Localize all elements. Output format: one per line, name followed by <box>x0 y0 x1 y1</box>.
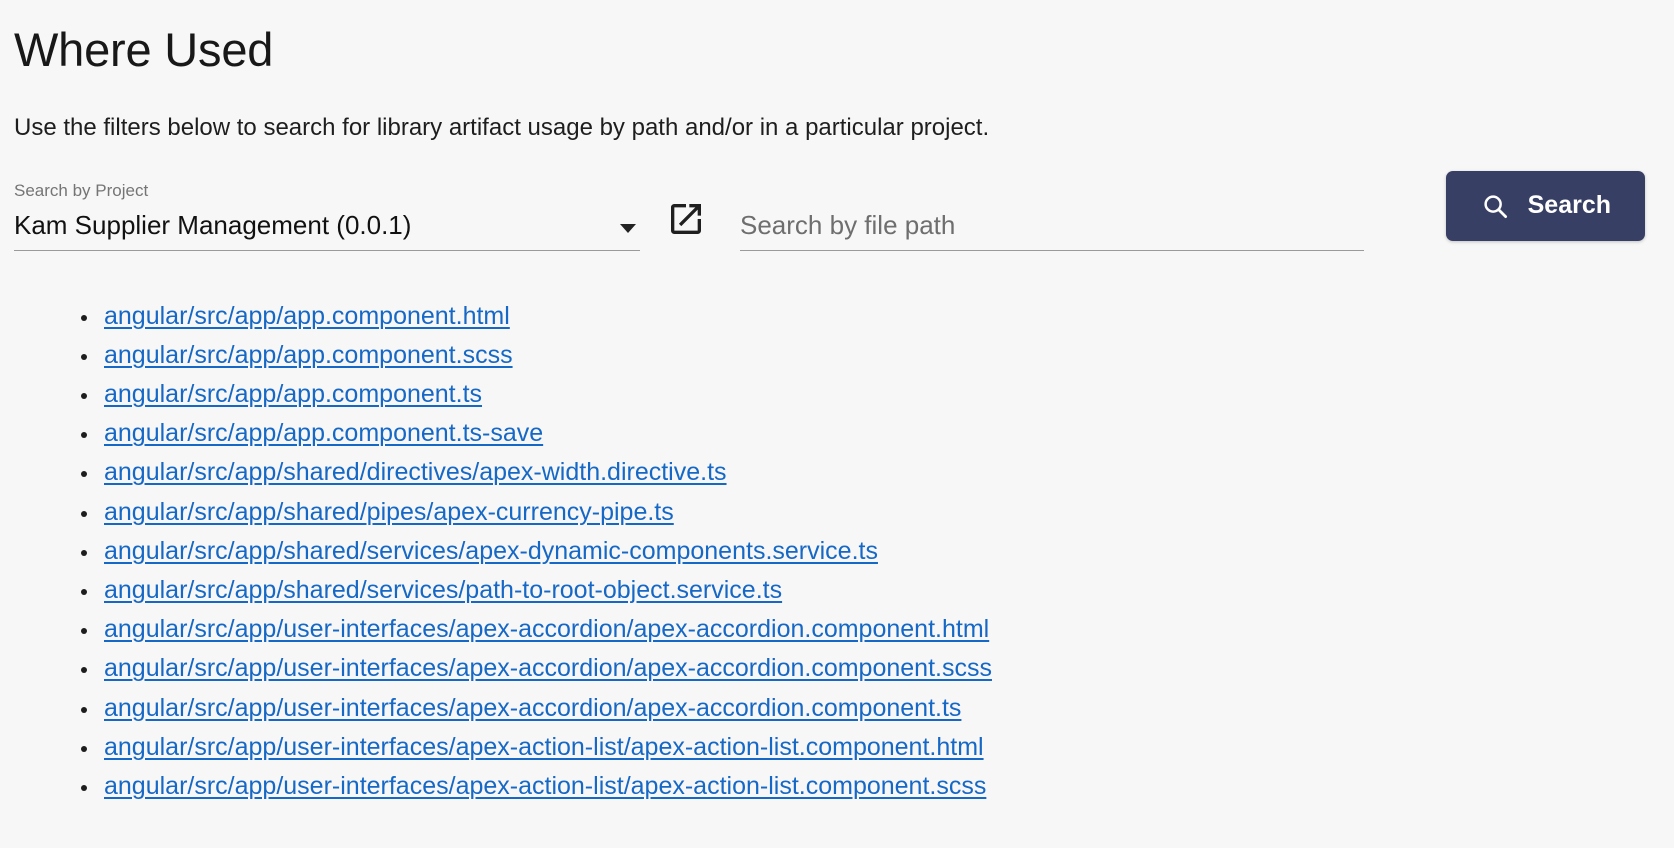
result-link[interactable]: angular/src/app/user-interfaces/apex-act… <box>104 772 986 800</box>
chevron-down-icon <box>620 223 636 233</box>
page-description: Use the filters below to search for libr… <box>14 113 990 141</box>
result-link[interactable]: angular/src/app/shared/directives/apex-w… <box>104 458 727 486</box>
list-item: angular/src/app/user-interfaces/apex-act… <box>14 728 1660 767</box>
search-button[interactable]: Search <box>1445 170 1645 241</box>
search-button-container: Search <box>1364 170 1660 251</box>
results-list: angular/src/app/app.component.html angula… <box>14 297 1660 806</box>
page-title: Where Used <box>14 23 274 76</box>
search-input[interactable] <box>740 209 1364 251</box>
project-filter-field: Search by Project Kam Supplier Managemen… <box>14 181 640 251</box>
list-item: angular/src/app/shared/pipes/apex-curren… <box>14 493 1660 532</box>
list-item: angular/src/app/app.component.ts-save <box>14 414 1660 453</box>
file-path-filter-field <box>740 209 1364 251</box>
filter-toolbar: Search by Project Kam Supplier Managemen… <box>14 165 1660 251</box>
search-icon <box>1480 191 1510 221</box>
project-select-value: Kam Supplier Management (0.0.1) <box>14 209 412 240</box>
result-link[interactable]: angular/src/app/shared/services/apex-dyn… <box>104 537 878 565</box>
list-item: angular/src/app/app.component.ts <box>14 375 1660 414</box>
list-item: angular/src/app/app.component.scss <box>14 336 1660 375</box>
result-link[interactable]: angular/src/app/user-interfaces/apex-act… <box>104 733 984 761</box>
project-filter-label: Search by Project <box>14 181 149 201</box>
where-used-page: Where Used Use the filters below to sear… <box>0 0 1674 848</box>
search-button-label: Search <box>1527 191 1611 220</box>
list-item: angular/src/app/shared/services/path-to-… <box>14 571 1660 610</box>
result-link[interactable]: angular/src/app/app.component.scss <box>104 341 513 369</box>
result-link[interactable]: angular/src/app/app.component.ts-save <box>104 419 543 447</box>
result-link[interactable]: angular/src/app/shared/pipes/apex-curren… <box>104 498 674 526</box>
open-in-new-icon <box>666 203 706 242</box>
list-item: angular/src/app/user-interfaces/apex-acc… <box>14 689 1660 728</box>
list-item: angular/src/app/user-interfaces/apex-act… <box>14 767 1660 806</box>
result-link[interactable]: angular/src/app/user-interfaces/apex-acc… <box>104 694 961 722</box>
list-item: angular/src/app/app.component.html <box>14 297 1660 336</box>
list-item: angular/src/app/user-interfaces/apex-acc… <box>14 610 1660 649</box>
project-select[interactable]: Kam Supplier Management (0.0.1) <box>14 209 640 251</box>
open-in-new-icon-button[interactable] <box>666 199 706 239</box>
result-link[interactable]: angular/src/app/user-interfaces/apex-acc… <box>104 654 992 682</box>
result-link[interactable]: angular/src/app/app.component.ts <box>104 380 482 408</box>
list-item: angular/src/app/shared/services/apex-dyn… <box>14 532 1660 571</box>
result-link[interactable]: angular/src/app/app.component.html <box>104 302 510 330</box>
list-item: angular/src/app/user-interfaces/apex-acc… <box>14 649 1660 688</box>
list-item: angular/src/app/shared/directives/apex-w… <box>14 453 1660 492</box>
result-link[interactable]: angular/src/app/shared/services/path-to-… <box>104 576 782 604</box>
result-link[interactable]: angular/src/app/user-interfaces/apex-acc… <box>104 615 989 643</box>
